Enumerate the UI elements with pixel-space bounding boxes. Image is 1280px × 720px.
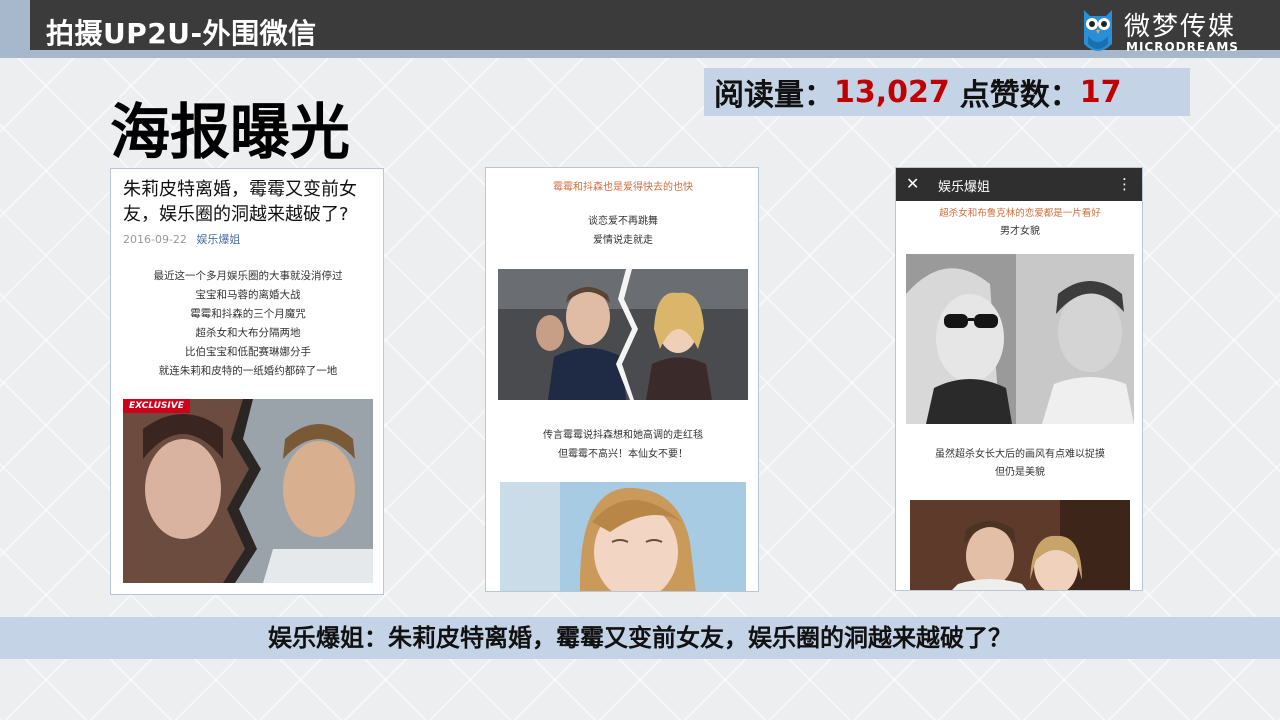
owl-logo-icon	[1084, 10, 1112, 51]
portrait-photo	[500, 482, 746, 591]
close-icon[interactable]: ✕	[906, 174, 919, 193]
article-screenshot-2: 霉霉和抖森也是爱得快去的也快 谈恋爱不再跳舞 爱情说走就走 传言霉霉说抖森想和她…	[485, 167, 759, 592]
body-line: 虽然超杀女长大后的画风有点难以捉摸	[935, 449, 1105, 460]
article-screenshot-3: ✕ 娱乐爆姐 ⋮ 超杀女和布鲁克林的恋爱都是一片看好 男才女貌 虽然超杀女长大后…	[895, 167, 1143, 591]
exclusive-badge: EXCLUSIVE	[123, 399, 190, 413]
article-body: 谈恋爱不再跳舞 爱情说走就走	[486, 212, 758, 250]
body-line: 谈恋爱不再跳舞	[588, 216, 658, 227]
header-bar: 拍摄UP2U-外围微信 微梦传媒 MICRODREAMS	[0, 0, 1280, 58]
article-meta: 2016-09-22 娱乐爆姐	[123, 231, 240, 247]
wechat-title-bar: ✕ 娱乐爆姐 ⋮	[896, 168, 1142, 201]
body-line: 宝宝和马蓉的离婚大战	[195, 289, 301, 301]
stats-box: 阅读量： 13,027 点赞数： 17	[704, 68, 1190, 116]
couple-split-photo	[498, 269, 748, 400]
body-line: 但霉霉不高兴！本仙女不要！	[558, 449, 688, 460]
section-heading: 海报曝光	[110, 98, 350, 168]
article-body: 虽然超杀女长大后的画风有点难以捉摸 但仍是美貌	[896, 446, 1142, 482]
likes-label: 点赞数：	[959, 78, 1080, 113]
more-options-icon[interactable]: ⋮	[1117, 175, 1132, 193]
couple-photo	[910, 500, 1130, 590]
article-body: 传言霉霉说抖森想和她高调的走红毯 但霉霉不高兴！本仙女不要！	[486, 426, 758, 464]
selfie-photo	[906, 254, 1134, 424]
article-title: 朱莉皮特离婚，霉霉又变前女友，娱乐圈的洞越来越破了?	[123, 179, 357, 225]
article-heading: 霉霉和抖森也是爱得快去的也快	[553, 182, 693, 193]
article-subheading: 男才女貌	[1000, 226, 1040, 237]
reads-label: 阅读量：	[714, 78, 834, 113]
body-line: 霉霉和抖森的三个月魔咒	[190, 308, 306, 320]
likes-value: 17	[1079, 74, 1122, 110]
celebrity-split-photo: EXCLUSIVE	[123, 399, 373, 583]
body-line: 传言霉霉说抖森想和她高调的走红毯	[543, 430, 703, 441]
header-accent	[0, 0, 30, 58]
reads-value: 13,027	[834, 74, 950, 110]
article-body: 最近这一个多月娱乐圈的大事就没消停过 宝宝和马蓉的离婚大战 霉霉和抖森的三个月魔…	[111, 267, 383, 381]
body-line: 就连朱莉和皮特的一纸婚约都碎了一地	[158, 365, 338, 377]
slide-title: 拍摄UP2U-外围微信	[46, 17, 317, 50]
body-line: 但仍是美貌	[995, 467, 1045, 478]
brand-logo: 微梦传媒 MICRODREAMS	[1080, 4, 1270, 56]
article-screenshot-1: 朱莉皮特离婚，霉霉又变前女友，娱乐圈的洞越来越破了? 2016-09-22 娱乐…	[110, 168, 384, 595]
body-line: 比伯宝宝和低配赛琳娜分手	[185, 346, 311, 358]
article-date: 2016-09-22	[123, 233, 187, 246]
article-heading: 超杀女和布鲁克林的恋爱都是一片看好	[939, 208, 1101, 219]
logo-name-cn: 微梦传媒	[1124, 12, 1237, 42]
body-line: 超杀女和大布分隔两地	[195, 327, 301, 339]
article-author: 娱乐爆姐	[196, 233, 241, 246]
caption-band: 娱乐爆姐：朱莉皮特离婚，霉霉又变前女友，娱乐圈的洞越来越破了？	[0, 617, 1280, 659]
body-line: 最近这一个多月娱乐圈的大事就没消停过	[153, 270, 343, 282]
body-line: 爱情说走就走	[593, 235, 653, 246]
logo-name-en: MICRODREAMS	[1126, 40, 1239, 54]
account-name: 娱乐爆姐	[938, 180, 991, 195]
